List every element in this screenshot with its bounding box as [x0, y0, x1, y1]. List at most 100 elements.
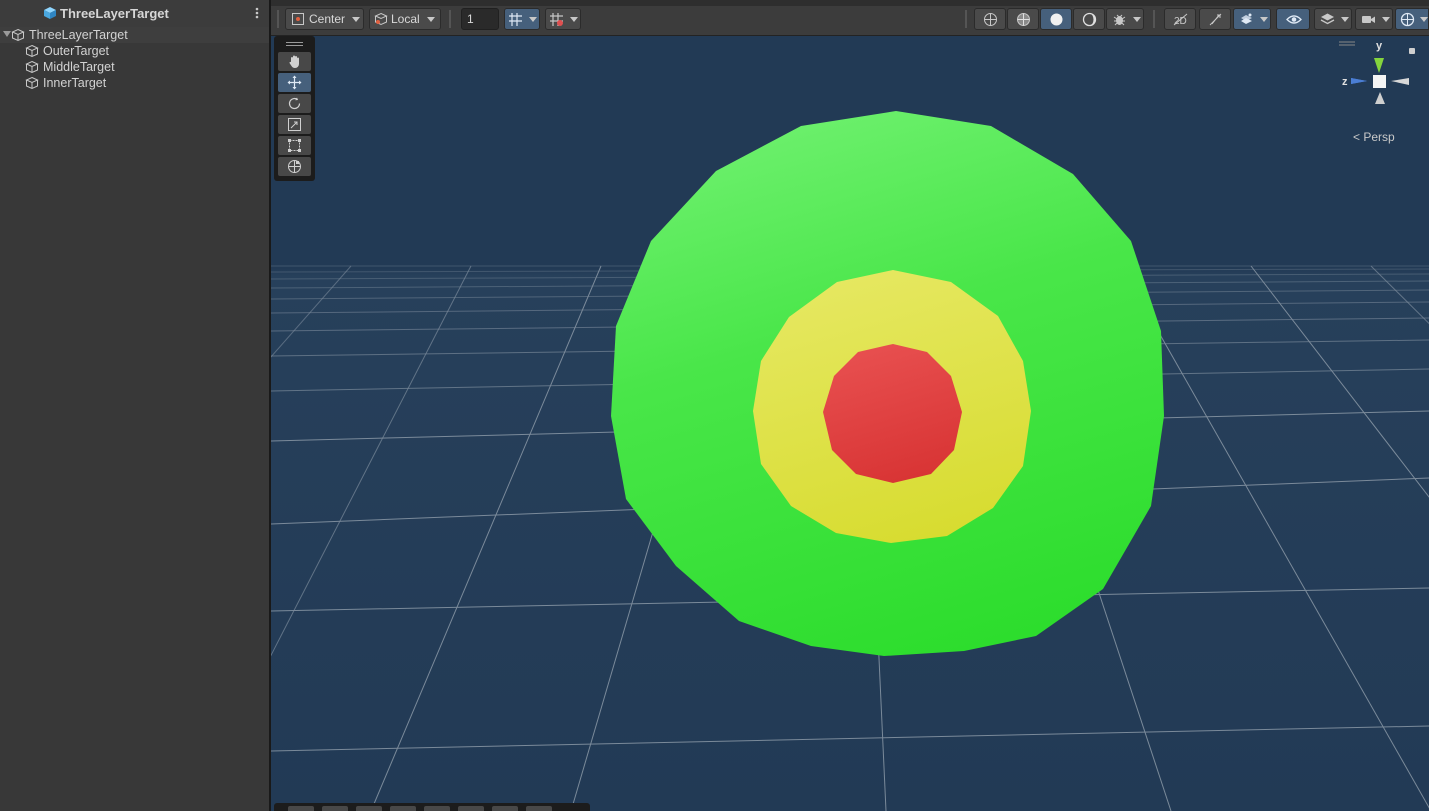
gameobject-icon [25, 44, 39, 58]
shaded-icon [1050, 13, 1063, 26]
chevron-down-icon [1260, 17, 1268, 22]
chevron-down-icon [1382, 17, 1390, 22]
toolbar-separator [965, 10, 967, 28]
pivot-mode-dropdown[interactable]: Center [285, 8, 364, 30]
2d-toggle-button[interactable]: 2D [1164, 8, 1196, 30]
chevron-down-icon [1341, 17, 1349, 22]
unlit-shading-button[interactable] [1073, 8, 1105, 30]
hierarchy-header: ThreeLayerTarget [0, 0, 269, 27]
grid-snap-icon [509, 13, 522, 26]
lighting-toggle-icon [1209, 13, 1222, 26]
lighting-toggle-button[interactable] [1199, 8, 1231, 30]
persp-chevron-icon: < [1353, 130, 1361, 144]
effects-dropdown[interactable] [1233, 8, 1271, 30]
foldout-arrow-icon[interactable] [3, 31, 11, 37]
gameobject-icon [11, 28, 25, 42]
grid-size-field[interactable]: 1 [461, 8, 499, 30]
overlay-drag-handle[interactable] [286, 45, 303, 46]
increment-snap-toggle[interactable] [545, 8, 581, 30]
chevron-down-icon [352, 17, 360, 22]
scene-toolbar: Center Local 1 2D [271, 0, 1429, 36]
toolbar-grip [277, 10, 279, 28]
move-tool-icon [287, 75, 302, 90]
overlay-button[interactable] [458, 806, 484, 811]
bottom-overlay-toolbar [274, 803, 590, 811]
scale-tool-icon [288, 118, 301, 131]
gameobject-icon [25, 60, 39, 74]
gameobject-icon [25, 76, 39, 90]
rect-tool-icon [288, 139, 301, 152]
rect-tool-button[interactable] [278, 136, 311, 155]
gizmo-z-label: z [1342, 76, 1348, 88]
chevron-down-icon [529, 17, 537, 22]
debug-draw-dropdown[interactable] [1106, 8, 1144, 30]
hierarchy-item-middle-target[interactable]: MiddleTarget [0, 59, 269, 75]
visibility-toggle-button[interactable] [1276, 8, 1310, 30]
pivot-local-icon [374, 12, 388, 26]
scene-title: ThreeLayerTarget [60, 6, 169, 21]
shaded-wireframe-button[interactable] [1007, 8, 1039, 30]
unity-cube-icon [44, 7, 56, 19]
shaded-button[interactable] [1040, 8, 1072, 30]
overlay-button[interactable] [322, 806, 348, 811]
overlay-button[interactable] [492, 806, 518, 811]
transform-tool-button[interactable] [278, 157, 311, 176]
move-tool-button[interactable] [278, 73, 311, 92]
overlay-drag-handle[interactable] [286, 42, 303, 43]
hand-tool-button[interactable] [278, 52, 311, 71]
overlay-button[interactable] [356, 806, 382, 811]
camera-settings-dropdown[interactable] [1355, 8, 1393, 30]
scene-viewport[interactable]: y z < Persp [271, 36, 1429, 811]
increment-snap-icon [550, 13, 563, 26]
hand-tool-icon [289, 55, 299, 69]
debug-draw-icon [1113, 14, 1126, 26]
chevron-down-icon [1133, 17, 1141, 22]
chevron-down-icon [427, 17, 435, 22]
wireframe-shading-icon [984, 13, 997, 26]
overlay-button[interactable] [526, 806, 552, 811]
scale-tool-button[interactable] [278, 115, 311, 134]
camera-icon [1362, 16, 1375, 23]
hierarchy-item-label: MiddleTarget [43, 60, 115, 74]
hierarchy-item-outer-target[interactable]: OuterTarget [0, 43, 269, 59]
hierarchy-item-label: OuterTarget [43, 44, 110, 58]
pivot-center-icon [292, 13, 304, 25]
gizmo-y-label: y [1376, 40, 1383, 52]
pivot-rotation-label: Local [391, 12, 420, 26]
hierarchy-item-root[interactable]: ThreeLayerTarget [0, 27, 269, 43]
gizmos-icon [1400, 12, 1415, 27]
projection-toggle[interactable]: < Persp [1353, 130, 1395, 144]
chevron-down-icon [1420, 17, 1428, 22]
gizmos-dropdown[interactable] [1395, 8, 1429, 30]
layers-icon [1320, 13, 1335, 25]
toolbar-separator [449, 10, 451, 28]
orientation-gizmo[interactable]: y z < Persp [1339, 40, 1419, 150]
overlay-button[interactable] [424, 806, 450, 811]
rotate-tool-button[interactable] [278, 94, 311, 113]
overlay-button[interactable] [390, 806, 416, 811]
axis-gizmo-graphic [1339, 41, 1415, 104]
hierarchy-item-inner-target[interactable]: InnerTarget [0, 75, 269, 91]
svg-text:2D: 2D [1174, 16, 1187, 27]
2d-toggle-icon: 2D [1173, 13, 1188, 27]
tools-overlay [274, 36, 315, 181]
hierarchy-panel: ThreeLayerTarget ThreeLayerTarget OuterT… [0, 0, 269, 811]
overlay-button[interactable] [288, 806, 314, 811]
toolbar-top-strip [271, 0, 1429, 6]
projection-label: Persp [1363, 130, 1395, 144]
pivot-mode-label: Center [309, 12, 346, 26]
wireframe-shading-button[interactable] [974, 8, 1006, 30]
hierarchy-item-label: InnerTarget [43, 76, 107, 90]
scene-render [271, 36, 1429, 811]
rotate-tool-icon [288, 97, 301, 110]
transform-tool-icon [288, 160, 301, 173]
grid-snap-toggle[interactable] [504, 8, 540, 30]
kebab-menu-icon[interactable] [250, 6, 264, 20]
pivot-rotation-dropdown[interactable]: Local [369, 8, 441, 30]
chevron-down-icon [570, 17, 578, 22]
unlit-shading-icon [1082, 12, 1097, 27]
hierarchy-item-label: ThreeLayerTarget [29, 28, 128, 42]
effects-icon [1241, 13, 1252, 24]
shaded-wireframe-icon [1017, 13, 1030, 26]
layers-dropdown[interactable] [1314, 8, 1352, 30]
